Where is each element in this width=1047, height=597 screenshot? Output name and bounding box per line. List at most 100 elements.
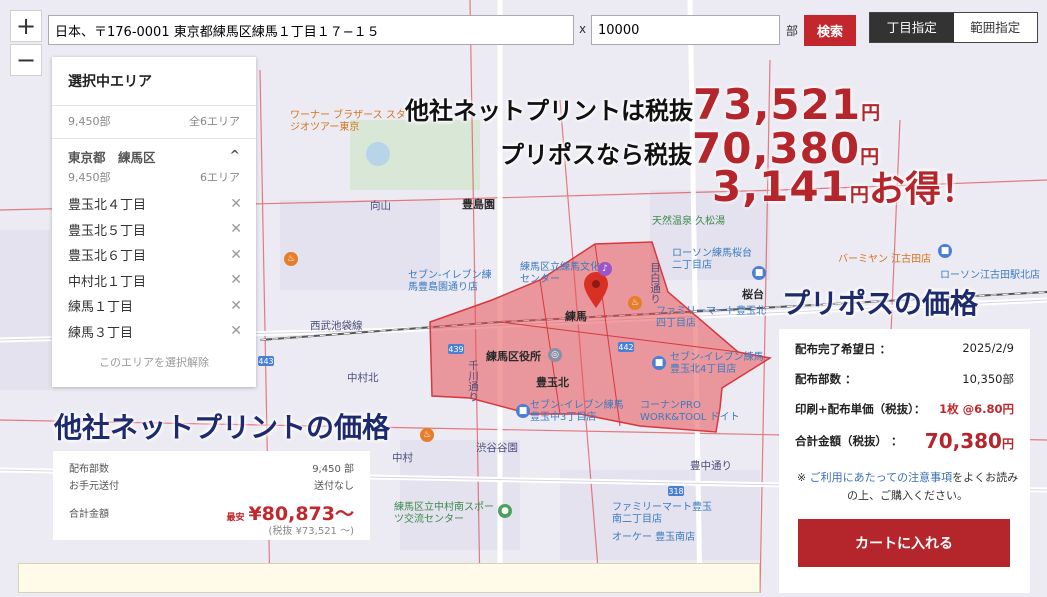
clear-selection-link[interactable]: このエリアを選択解除 (52, 354, 256, 370)
area-item-label: 練馬３丁目 (68, 325, 134, 341)
map-label-nerima-station: 練馬 (565, 310, 587, 323)
map-label-toyotamakita: 豊玉北 (536, 376, 569, 389)
address-input[interactable] (48, 15, 574, 45)
map-label-kohnan: コーナンPRO WORK&TOOL ドイト (640, 400, 740, 423)
headline-yen: 円 (861, 102, 881, 124)
pripos-unit-value: 1枚 @6.80円 (939, 402, 1014, 416)
headline-otoku: お得！ (868, 169, 977, 210)
area-list-item: 練馬１丁目 ✕ (52, 293, 256, 319)
map-label-onsen: 天然温泉 久松湯 (652, 216, 726, 227)
pond (366, 142, 390, 166)
area-list-item: 練馬３丁目 ✕ (52, 319, 256, 345)
map-label-family-2: ファミリーマート豊玉南二丁目店 (612, 502, 712, 525)
area-group-count: 6エリア (200, 171, 240, 184)
other-price-box: 配布部数 9,450 部 お手元送付 送付なし 合計金額 最安 ¥80,873～ … (53, 451, 370, 540)
search-button[interactable]: 検索 (804, 15, 856, 46)
pripos-copies-label: 配布部数 ： (795, 372, 857, 386)
headline-other-text: 他社ネットプリントは税抜 (405, 97, 693, 125)
area-group-name: 東京都 練馬区 (68, 150, 156, 165)
area-list-item: 豊玉北６丁目 ✕ (52, 242, 256, 268)
quantity-unit: 部 (786, 24, 799, 38)
pripos-total-yen: 円 (1001, 437, 1014, 451)
restaurant-icon[interactable]: ♨ (284, 252, 298, 266)
selected-area-panel: 選択中エリア 9,450部 全6エリア 東京都 練馬区 ^ 9,450部 6エリ… (52, 57, 256, 387)
area-group-copies: 9,450部 (68, 171, 111, 184)
pripos-date-value: 2025/2/9 (962, 341, 1014, 355)
svg-text:442: 442 (618, 343, 633, 352)
close-icon[interactable]: ✕ (230, 323, 242, 339)
bottom-info-box (18, 563, 760, 593)
mode-chome-button[interactable]: 丁目指定 (870, 13, 954, 42)
pripos-date-label: 配布完了希望日 ： (795, 342, 892, 356)
map-label-seven-1: セブン-イレブン練馬豊島園通り店 (408, 270, 492, 293)
add-to-cart-button[interactable]: カートに入れる (798, 519, 1010, 567)
zoom-out-button[interactable]: − (10, 44, 42, 76)
mode-toggle: 丁目指定 範囲指定 (869, 12, 1038, 43)
ward-office-icon[interactable]: ◎ (548, 348, 562, 362)
area-item-label: 豊玉北６丁目 (68, 249, 147, 265)
map-label-mejiro-dori: 目白通り (649, 262, 661, 304)
pripos-price-box: 配布完了希望日 ： 2025/2/9 配布部数 ： 10,350部 印刷+配布単… (779, 329, 1030, 593)
convenience-store-icon[interactable]: ■ (938, 244, 952, 258)
map-label-seven-2: セブン-イレブン練馬豊玉北4丁目店 (670, 352, 764, 375)
close-icon[interactable]: ✕ (230, 272, 242, 288)
area-list-item: 豊玉北４丁目 ✕ (52, 191, 256, 217)
map-label-family-1: ファミリーマート豊玉北四丁目店 (656, 306, 766, 329)
map-label-okay: オーケー 豊玉南店 (612, 532, 696, 543)
close-icon[interactable]: ✕ (230, 196, 242, 212)
pripos-total-value: 70,380 (924, 429, 1002, 453)
convenience-store-icon[interactable]: ■ (516, 404, 530, 418)
restaurant-icon[interactable]: ♨ (628, 296, 642, 310)
map-label-sports-center: 練馬区立中村南スポーツ交流センター (394, 502, 494, 525)
pripos-notice: ※ ご利用にあたっての注意事項をよくお読みの上、ご購入ください。 (795, 469, 1020, 505)
convenience-store-icon[interactable]: ■ (752, 266, 766, 280)
other-shipping-value: 送付なし (314, 481, 354, 492)
area-list-item: 豊玉北５丁目 ✕ (52, 217, 256, 243)
area-list-item: 中村北１丁目 ✕ (52, 268, 256, 294)
map-label-seibu-line: 西武池袋線 (310, 320, 363, 332)
sports-center-icon[interactable]: ● (498, 504, 512, 518)
quantity-separator: x (579, 22, 587, 36)
music-venue-icon[interactable]: ♪ (598, 262, 612, 276)
other-section-title: 他社ネットプリントの価格 (54, 411, 391, 444)
other-shipping-label: お手元送付 (69, 481, 119, 492)
quantity-input[interactable] (591, 15, 780, 45)
close-icon[interactable]: ✕ (230, 221, 242, 237)
restaurant-icon[interactable]: ♨ (420, 428, 434, 442)
other-min-badge: 最安 (226, 513, 245, 523)
headline-pripos-text: プリポスなら税抜 (500, 141, 692, 169)
terms-link[interactable]: ご利用にあたっての注意事項 (810, 471, 952, 484)
map-label-toshimaen: 豊島園 (462, 198, 495, 211)
pripos-total-label: 合計金額（税抜） ： (795, 434, 903, 448)
pripos-section-title: プリポスの価格 (782, 287, 979, 320)
map-label-lawson-2: ローソン江古田駅北店 (940, 270, 1040, 281)
zoom-in-button[interactable]: + (10, 10, 42, 42)
headline-line-1: 他社ネットプリントは税抜73,521円 (405, 80, 880, 129)
map-label-barmiyan: バーミヤン 江古田店 (838, 254, 932, 265)
svg-text:443: 443 (258, 357, 273, 366)
other-copies-value: 9,450 部 (312, 464, 354, 475)
other-total-label: 合計金額 (69, 509, 109, 520)
area-item-label: 豊玉北４丁目 (68, 198, 147, 214)
svg-text:439: 439 (448, 345, 463, 354)
convenience-store-icon[interactable]: ■ (652, 356, 666, 370)
area-total-copies: 9,450部 (68, 115, 111, 128)
map-label-nakamurakita: 中村北 (347, 372, 379, 384)
map-label-senkawa-dori: 千川通り (467, 360, 479, 402)
chevron-up-icon[interactable]: ^ (230, 147, 240, 166)
map-label-sakuradai-station: 桜台 (742, 288, 764, 301)
area-group-summary: 9,450部 6エリア (52, 166, 256, 191)
map-label-toyotama-naka: 豊中通り (690, 460, 732, 472)
headline-yen: 円 (849, 184, 869, 206)
other-excl-tax: (税抜 ¥73,521 ～) (268, 526, 354, 537)
mode-range-button[interactable]: 範囲指定 (953, 13, 1037, 42)
map-label-bunka-center: 練馬区立練馬文化センター (520, 262, 600, 285)
headline-savings: 3,141 (712, 162, 850, 211)
area-group-header[interactable]: 東京都 練馬区 ^ (52, 139, 256, 166)
pripos-copies-value: 10,350部 (962, 372, 1014, 386)
map-label-ward-office: 練馬区役所 (486, 350, 541, 363)
close-icon[interactable]: ✕ (230, 298, 242, 314)
notice-prefix: ※ (796, 471, 810, 484)
svg-text:318: 318 (668, 487, 683, 496)
close-icon[interactable]: ✕ (230, 247, 242, 263)
